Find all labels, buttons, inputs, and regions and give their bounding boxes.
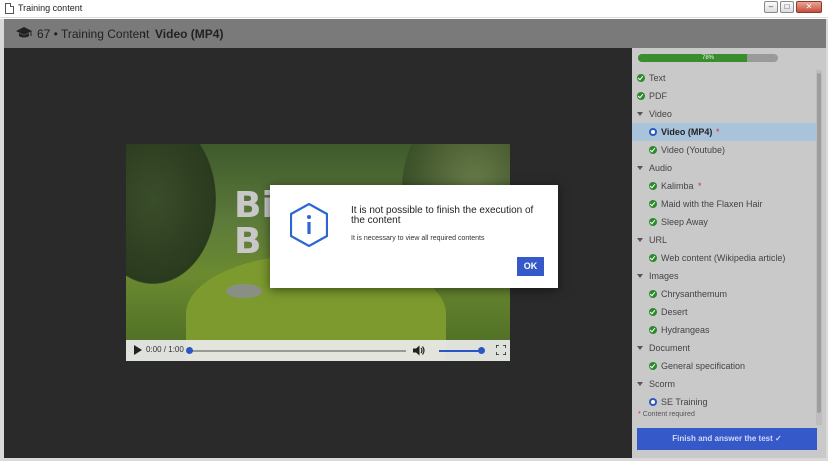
finish-button-label: Finish and answer the test (672, 434, 773, 443)
caret-down-icon[interactable] (637, 346, 643, 350)
sidebar-group-url[interactable]: URL (632, 231, 816, 249)
sidebar-item-label: Audio (649, 163, 673, 173)
content-sidebar: 78% Text PDF Video Video (MP4) * Video (Youtu… (632, 48, 826, 458)
volume-icon[interactable] (413, 345, 425, 356)
sidebar-item-label: Images (649, 271, 679, 281)
sidebar-item-label: SE Training (661, 397, 708, 407)
sidebar-item-hydrangeas[interactable]: Hydrangeas (632, 321, 816, 339)
sidebar-item-kalimba[interactable]: Kalimba * (632, 177, 816, 195)
sidebar-item-label: Video (Youtube) (661, 145, 726, 155)
sidebar-item-label: Kalimba (661, 181, 694, 191)
volume-handle[interactable] (478, 347, 485, 354)
close-button[interactable]: ✕ (796, 1, 822, 13)
sidebar-item-video-youtube[interactable]: Video (Youtube) (632, 141, 816, 159)
sidebar-item-label: URL (649, 235, 668, 245)
required-star: * (638, 411, 641, 418)
complete-check-icon (649, 308, 657, 316)
breadcrumb: 67 • Training Content › Video (MP4) (4, 19, 826, 48)
progress-label: 78% (701, 55, 714, 61)
seek-handle[interactable] (186, 347, 193, 354)
sidebar-item-label: Hydrangeas (661, 325, 710, 335)
breadcrumb-separator: › (142, 27, 146, 41)
sidebar-item-label: Sleep Away (661, 217, 708, 227)
graduation-cap-icon (16, 27, 32, 38)
complete-check-icon (649, 182, 657, 190)
caret-down-icon[interactable] (637, 382, 643, 386)
sidebar-item-label: Video (649, 109, 672, 119)
play-icon[interactable] (134, 345, 142, 355)
required-note: * Content required (638, 411, 695, 418)
caret-down-icon[interactable] (637, 238, 643, 242)
sidebar-item-video-mp4[interactable]: Video (MP4) * (632, 123, 816, 141)
required-marker: * (698, 181, 702, 191)
sidebar-item-chrysanthemum[interactable]: Chrysanthemum (632, 285, 816, 303)
breadcrumb-current: Video (MP4) (155, 27, 224, 41)
complete-check-icon (649, 200, 657, 208)
minimize-button[interactable]: – (764, 1, 778, 13)
complete-check-icon (649, 146, 657, 154)
sidebar-item-web-content-wikipedia-article[interactable]: Web content (Wikipedia article) (632, 249, 816, 267)
complete-check-icon (649, 362, 657, 370)
required-marker: * (716, 127, 720, 137)
current-status-icon (649, 398, 657, 406)
sidebar-item-label: Scorm (649, 379, 676, 389)
window-controls: – □ ✕ (764, 1, 822, 13)
complete-check-icon (637, 92, 645, 100)
sidebar-item-label: Text (649, 73, 666, 83)
progress-bar: 78% (638, 54, 778, 62)
sidebar-item-label: Video (MP4) (661, 127, 713, 137)
document-icon (5, 3, 14, 14)
current-status-icon (649, 128, 657, 136)
sidebar-item-desert[interactable]: Desert (632, 303, 816, 321)
sidebar-item-text[interactable]: Text (632, 69, 816, 87)
check-icon: ✓ (775, 434, 782, 443)
caret-down-icon[interactable] (637, 112, 643, 116)
sidebar-item-label: General specification (661, 361, 746, 371)
sidebar-item-general-specification[interactable]: General specification (632, 357, 816, 375)
complete-check-icon (649, 254, 657, 262)
dialog-title: It is not possible to finish the executi… (351, 205, 534, 226)
sidebar-group-scorm[interactable]: Scorm (632, 375, 816, 393)
sidebar-group-document[interactable]: Document (632, 339, 816, 357)
video-title-overlay: Bi B (234, 185, 274, 262)
video-controls: 0:00 / 1:00 (126, 340, 510, 361)
alert-dialog: It is not possible to finish the executi… (270, 185, 558, 288)
info-icon (290, 203, 328, 247)
complete-check-icon (649, 326, 657, 334)
dialog-message: It is necessary to view all required con… (351, 235, 485, 242)
sidebar-item-sleep-away[interactable]: Sleep Away (632, 213, 816, 231)
sidebar-item-label: Chrysanthemum (661, 289, 728, 299)
complete-check-icon (637, 74, 645, 82)
video-frame-rock (226, 284, 262, 298)
sidebar-item-label: Desert (661, 307, 688, 317)
sidebar-item-label: Document (649, 343, 691, 353)
caret-down-icon[interactable] (637, 274, 643, 278)
window-title: Training content (18, 3, 83, 13)
sidebar-item-maid-with-the-flaxen-hair[interactable]: Maid with the Flaxen Hair (632, 195, 816, 213)
sidebar-group-images[interactable]: Images (632, 267, 816, 285)
volume-slider[interactable] (439, 350, 481, 352)
caret-down-icon[interactable] (637, 166, 643, 170)
sidebar-scrollbar-thumb[interactable] (817, 73, 821, 413)
sidebar-item-se-training[interactable]: SE Training (632, 393, 816, 411)
window-titlebar: Training content – □ ✕ (0, 0, 828, 18)
sidebar-group-video[interactable]: Video (632, 105, 816, 123)
sidebar-item-pdf[interactable]: PDF (632, 87, 816, 105)
sidebar-item-label: Maid with the Flaxen Hair (661, 199, 763, 209)
sidebar-item-label: PDF (649, 91, 667, 101)
complete-check-icon (649, 218, 657, 226)
video-time: 0:00 / 1:00 (146, 345, 184, 354)
sidebar-item-label: Web content (Wikipedia article) (661, 253, 786, 263)
complete-check-icon (649, 290, 657, 298)
required-note-text: Content required (642, 411, 695, 418)
finish-test-button[interactable]: Finish and answer the test ✓ (637, 428, 817, 450)
maximize-button[interactable]: □ (780, 1, 794, 13)
seek-bar[interactable] (188, 350, 406, 352)
video-frame-tree-left (126, 144, 216, 284)
sidebar-group-audio[interactable]: Audio (632, 159, 816, 177)
fullscreen-icon[interactable] (496, 345, 506, 355)
ok-button[interactable]: OK (517, 257, 544, 276)
breadcrumb-parent[interactable]: 67 • Training Content (37, 27, 149, 41)
